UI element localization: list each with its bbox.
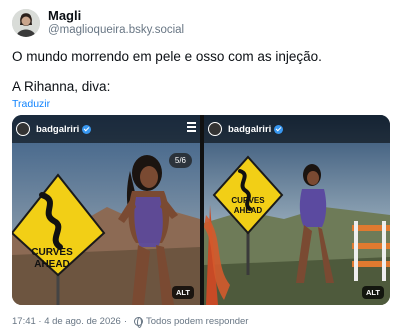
post-text-line2: A Rihanna, diva: — [12, 79, 111, 94]
ig-avatar-icon — [16, 122, 30, 136]
media-gallery: CURVES AHEAD badgalriri 5/6 ALT CURVES A… — [12, 115, 390, 305]
ig-avatar-icon — [208, 122, 222, 136]
globe-icon — [134, 317, 143, 328]
post-footer: 17:41 · 4 de ago. de 2026 · Todos podem … — [12, 316, 248, 328]
instagram-header-left: badgalriri — [12, 115, 200, 143]
translate-link[interactable]: Traduzir — [12, 98, 50, 110]
photo-left-illustration: CURVES AHEAD — [12, 115, 200, 305]
verified-icon — [82, 124, 92, 134]
media-image-left[interactable]: CURVES AHEAD badgalriri 5/6 ALT — [12, 115, 200, 305]
verified-icon — [274, 124, 284, 134]
alt-badge[interactable]: ALT — [171, 286, 194, 299]
sign-text-left-1: CURVES — [31, 247, 73, 258]
alt-badge[interactable]: ALT — [361, 286, 384, 299]
photo-right-illustration: CURVES AHEAD — [204, 115, 390, 305]
post-text-line1: O mundo morrendo em pele e osso com as i… — [12, 49, 322, 64]
menu-icon — [187, 122, 196, 134]
reply-setting[interactable]: Todos podem responder — [146, 316, 248, 327]
image-counter: 5/6 — [168, 153, 192, 168]
avatar[interactable] — [12, 9, 40, 38]
display-name[interactable]: Magli — [48, 8, 184, 24]
sign-text-right-2: AHEAD — [234, 206, 263, 215]
post-timestamp[interactable]: 17:41 · 4 de ago. de 2026 — [12, 316, 121, 327]
ig-username: badgalriri — [36, 123, 80, 135]
handle[interactable]: @maglioqueira.bsky.social — [48, 24, 184, 37]
instagram-header-right: badgalriri — [204, 115, 390, 143]
ig-username: badgalriri — [228, 123, 272, 135]
media-image-right[interactable]: CURVES AHEAD badgalriri ALT — [204, 115, 390, 305]
sign-text-left-2: AHEAD — [34, 259, 70, 270]
sign-text-right-1: CURVES — [231, 196, 265, 205]
post-header: Magli @maglioqueira.bsky.social — [12, 8, 184, 38]
footer-separator: · — [123, 316, 127, 327]
